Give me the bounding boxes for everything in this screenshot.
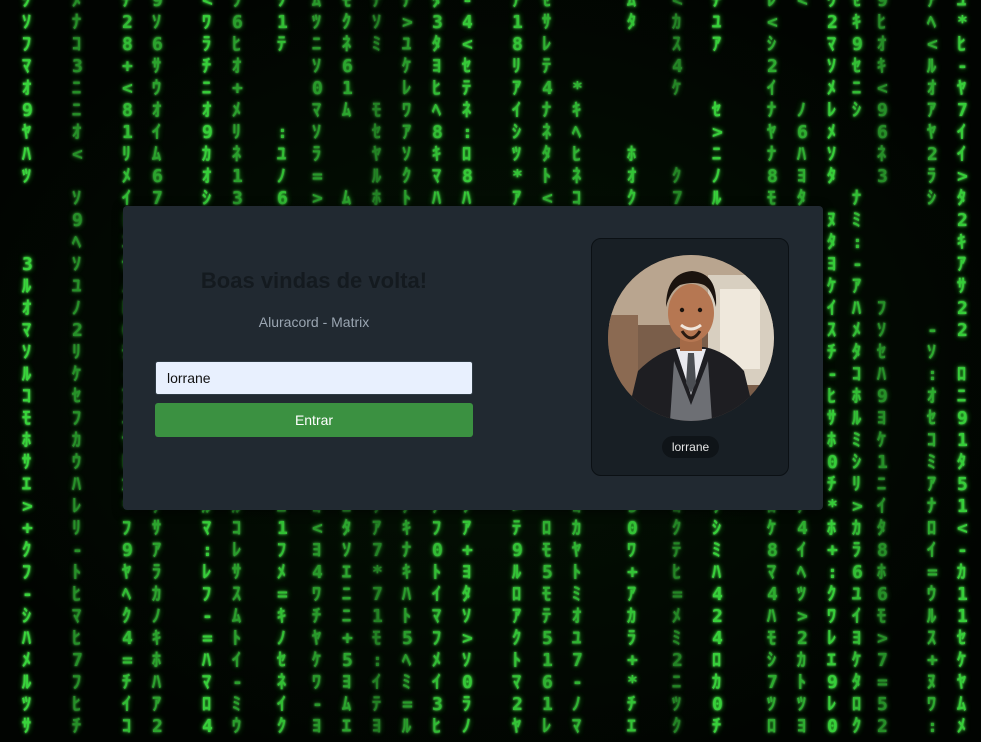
matrix-rain-column: ﾒ ﾅ ｺ 3 ﾆ ﾆ ｵ < ｿ 9 ﾍ ｿ ﾕ ﾉ 2 ﾘ ｹ ｾ ﾌ ｶ … xyxy=(72,0,83,737)
welcome-title: Boas vindas de volta! xyxy=(200,268,428,293)
profile-preview-panel: lorrane xyxy=(591,238,789,476)
matrix-rain-column: ｸ ｿ ﾌ ﾏ ｵ 9 ﾔ ﾊ ﾂ 3 ﾙ ｵ ﾏ ｿ ﾙ ｺ ﾓ ﾎ ｻ ｴ … xyxy=(22,0,33,737)
matrix-rain-column: ﾕ * ﾋ - ﾔ 7 ｲ ｲ > ﾀ 2 ｷ ｱ ｻ 2 2 ﾛ ﾆ 9 1 … xyxy=(957,0,968,737)
login-card: Boas vindas de volta! Aluracord - Matrix… xyxy=(123,206,823,510)
matrix-rain-column: ｳ 2 ﾏ ｿ ﾒ ﾚ ﾒ ｿ ﾀ ﾇ ﾀ ﾖ ｹ ｲ ｽ ﾁ - ﾋ ｻ ﾎ … xyxy=(827,0,838,737)
matrix-rain-column: ｾ ｷ 9 ｾ ﾆ ｼ ﾅ ﾐ : - ｱ ﾊ ﾒ ﾀ ｺ ﾎ ﾙ ﾐ ｼ ﾘ … xyxy=(852,0,863,737)
enter-button[interactable]: Entrar xyxy=(155,403,473,437)
matrix-rain-column: ｱ ﾍ < ﾙ ｵ ｱ ﾔ 2 ﾗ ｼ - ｿ : ｵ ｾ ｺ ﾐ ｱ ﾅ ﾛ … xyxy=(927,0,938,737)
user-photo-icon xyxy=(608,255,774,421)
app-subtitle: Aluracord - Matrix xyxy=(258,314,370,330)
avatar xyxy=(608,255,774,421)
username-badge: lorrane xyxy=(662,436,719,458)
username-input[interactable] xyxy=(155,361,473,395)
matrix-rain-column: 9 ﾋ ｵ ｷ < 9 6 ﾈ 3 ﾌ ｿ ｾ ﾊ 9 ﾖ ｹ 1 ﾆ ｲ ﾀ … xyxy=(877,0,888,737)
